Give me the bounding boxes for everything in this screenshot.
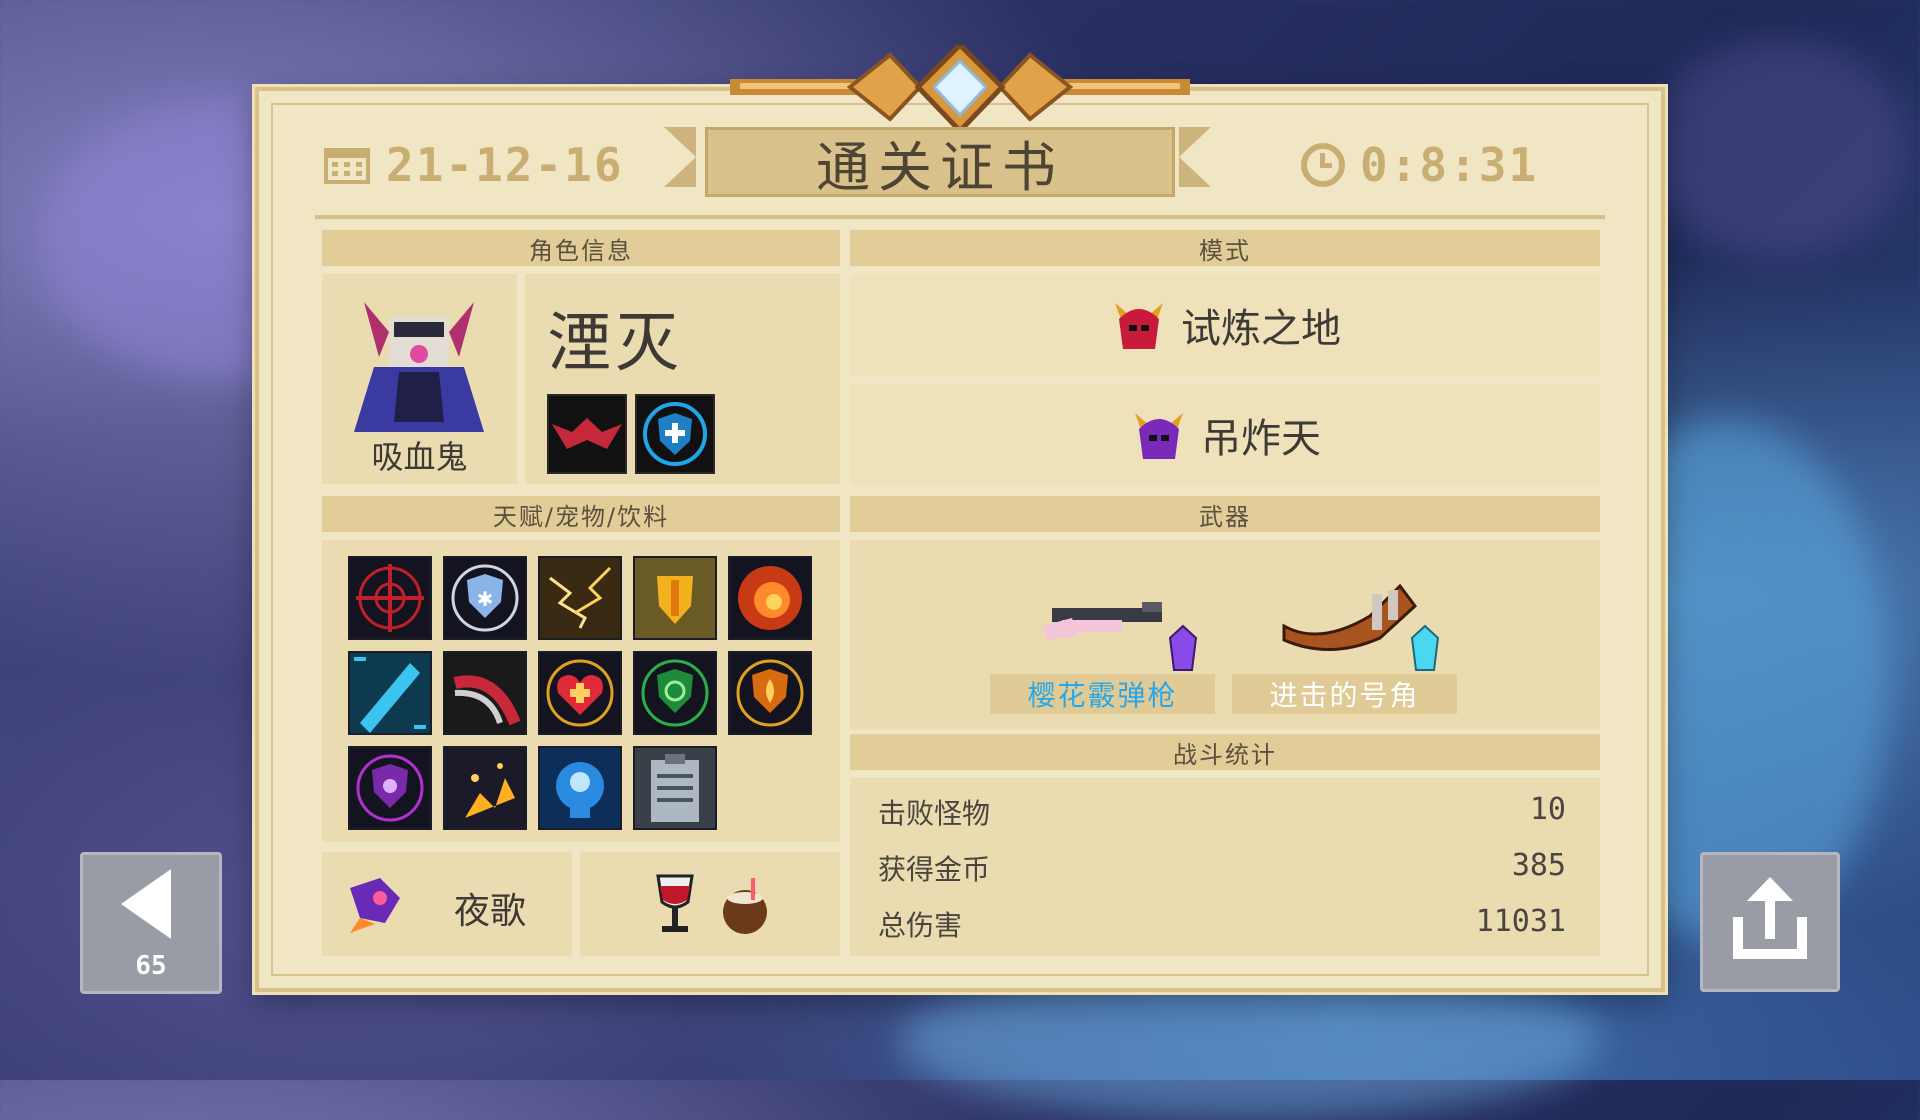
skin-name: 湮灭 [547, 307, 683, 381]
stat-row-gold: 获得金币 385 [878, 848, 1566, 888]
purple-shield-talent-icon [348, 746, 432, 830]
coconut-drink-icon [723, 878, 767, 934]
share-button[interactable] [1700, 852, 1840, 992]
ribbon-left [664, 127, 696, 187]
blue-blade-talent-icon [348, 651, 432, 735]
svg-text:✱: ✱ [477, 587, 494, 611]
section-talents: 天赋/宠物/饮料 [322, 496, 840, 532]
clipboard-talent-icon [633, 746, 717, 830]
share-icon [1733, 877, 1807, 959]
nightingale-pet-icon [350, 878, 400, 933]
purple-demon-helmet-icon [1135, 413, 1183, 459]
talent-grid: ✱ [348, 556, 812, 830]
cyan-gem-icon [1410, 624, 1440, 671]
horn-icon [1282, 583, 1418, 652]
stat-value: 11031 [1475, 904, 1566, 939]
pet-panel: 夜歌 [322, 852, 572, 956]
back-arrow-icon [121, 869, 171, 939]
purple-gem-icon [1168, 624, 1198, 671]
section-weapons: 武器 [850, 496, 1600, 532]
section-mode: 模式 [850, 230, 1600, 266]
golden-shield-talent-icon [633, 556, 717, 640]
clock-icon [1301, 143, 1345, 187]
mode-row-trial: 试炼之地 [850, 275, 1600, 375]
stat-row-damage: 总伤害 11031 [878, 904, 1566, 944]
blue-mind-talent-icon [538, 746, 622, 830]
ribbon-right [1179, 127, 1211, 187]
bat-skill-icon [547, 394, 627, 474]
header-divider [315, 215, 1605, 219]
stat-label: 总伤害 [878, 909, 963, 942]
green-shield-talent-icon [633, 651, 717, 735]
snowflake-shield-talent-icon: ✱ [443, 556, 527, 640]
bg-swirl [1650, 40, 1910, 260]
date-text: 21-12-16 [386, 138, 624, 192]
back-count: 65 [135, 951, 167, 981]
pet-name: 夜歌 [454, 891, 527, 932]
weapons-panel [850, 540, 1600, 730]
date-display: 21-12-16 [322, 138, 624, 192]
lightning-talent-icon [538, 556, 622, 640]
page-title: 通关证书 [705, 127, 1175, 199]
crest-ornament [730, 45, 1190, 135]
shield-skill-icon [635, 394, 715, 474]
heart-heal-talent-icon [538, 651, 622, 735]
section-character: 角色信息 [322, 230, 840, 266]
mode-difficulty-label: 吊炸天 [1201, 416, 1321, 462]
mode-trial-label: 试炼之地 [1181, 306, 1341, 352]
character-portrait-panel: 吸血鬼 [322, 274, 517, 484]
character-detail-panel: 湮灭 [525, 274, 840, 484]
wine-glass-icon [656, 874, 694, 932]
stat-value: 385 [1511, 848, 1566, 883]
weapon-2-label: 进击的号角 [1232, 674, 1457, 714]
stat-label: 击败怪物 [878, 797, 991, 830]
sakura-shotgun-icon [1042, 602, 1162, 640]
vampire-character-icon [354, 302, 484, 432]
stat-value: 10 [1529, 792, 1566, 827]
red-demon-helmet-icon [1115, 303, 1163, 349]
back-button[interactable]: 65 [80, 852, 222, 994]
character-class-name: 吸血鬼 [371, 438, 468, 476]
calendar-icon [324, 148, 370, 184]
orange-flame-shield-talent-icon [728, 651, 812, 735]
weapon-1-label: 樱花霰弹枪 [990, 674, 1215, 714]
stat-label: 获得金币 [878, 853, 991, 886]
section-battle-stats: 战斗统计 [850, 734, 1600, 770]
crosshair-talent-icon [348, 556, 432, 640]
time-display: 0:8:31 [1300, 138, 1538, 192]
mode-row-difficulty: 吊炸天 [850, 385, 1600, 485]
drinks-panel [580, 852, 840, 956]
stat-row-kills: 击败怪物 10 [878, 792, 1566, 832]
time-text: 0:8:31 [1360, 138, 1539, 192]
fire-swirl-talent-icon [728, 556, 812, 640]
red-slash-talent-icon [443, 651, 527, 735]
explosion-talent-icon [443, 746, 527, 830]
